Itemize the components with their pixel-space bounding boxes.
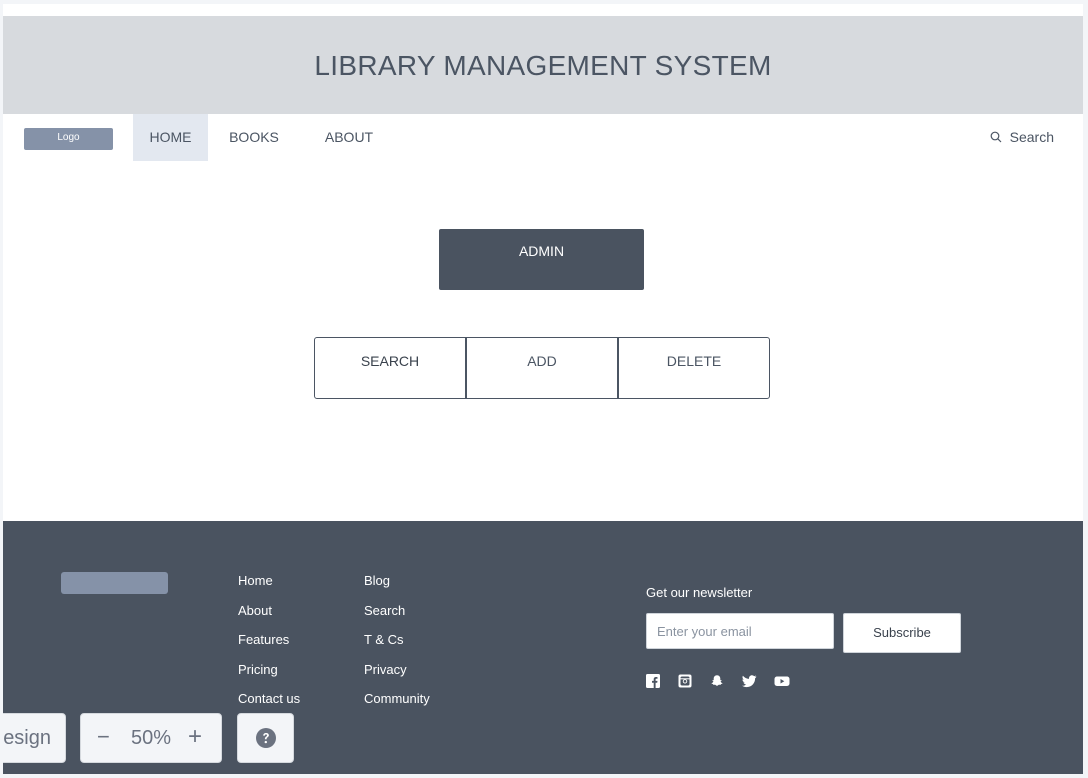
footer-link-home[interactable]: Home (238, 572, 300, 602)
footer-link-pricing[interactable]: Pricing (238, 661, 300, 691)
design-mode-label: esign (3, 727, 51, 749)
search-button[interactable]: SEARCH (314, 337, 466, 399)
nav-item-books[interactable]: BOOKS (225, 114, 283, 161)
newsletter-label: Get our newsletter (646, 585, 753, 600)
page-header: LIBRARY MANAGEMENT SYSTEM (3, 16, 1083, 114)
footer-link-search[interactable]: Search (364, 602, 430, 632)
footer-link-community[interactable]: Community (364, 690, 430, 720)
design-mode-button[interactable]: esign (3, 713, 66, 763)
add-button[interactable]: ADD (466, 337, 618, 399)
admin-button[interactable]: ADMIN (439, 229, 644, 290)
social-links (646, 674, 806, 690)
twitter-icon[interactable] (742, 674, 774, 690)
nav-item-home[interactable]: HOME (133, 114, 208, 161)
action-button-group: SEARCH ADD DELETE (314, 337, 770, 399)
zoom-out-button[interactable]: − (97, 713, 110, 761)
help-icon (256, 728, 276, 748)
nav-search-label: Search (1009, 129, 1054, 145)
instagram-icon[interactable] (678, 674, 710, 690)
footer-link-blog[interactable]: Blog (364, 572, 430, 602)
nav-item-about[interactable]: ABOUT (321, 114, 377, 161)
page-title: LIBRARY MANAGEMENT SYSTEM (314, 50, 772, 81)
footer-link-privacy[interactable]: Privacy (364, 661, 430, 691)
delete-button[interactable]: DELETE (618, 337, 770, 399)
facebook-icon[interactable] (646, 674, 678, 690)
nav-search[interactable]: Search (990, 114, 1054, 161)
footer-links-col2: Blog Search T & Cs Privacy Community (364, 572, 430, 720)
logo[interactable]: Logo (24, 128, 113, 150)
help-button[interactable] (237, 713, 294, 763)
zoom-level: 50% (131, 727, 172, 749)
zoom-control: − 50% + (80, 713, 222, 763)
footer-links-col1: Home About Features Pricing Contact us (238, 572, 300, 720)
footer-link-features[interactable]: Features (238, 631, 300, 661)
subscribe-button[interactable]: Subscribe (843, 613, 961, 653)
zoom-in-button[interactable]: + (188, 713, 202, 761)
snapchat-icon[interactable] (710, 674, 742, 690)
navbar: Logo HOME BOOKS ABOUT Search (3, 114, 1083, 162)
wireframe-canvas: LIBRARY MANAGEMENT SYSTEM Logo HOME BOOK… (3, 4, 1083, 774)
footer-link-about[interactable]: About (238, 602, 300, 632)
youtube-icon[interactable] (774, 674, 806, 690)
footer-link-terms[interactable]: T & Cs (364, 631, 430, 661)
email-field[interactable] (646, 613, 834, 649)
footer-logo (61, 572, 168, 594)
search-icon (990, 131, 1002, 143)
